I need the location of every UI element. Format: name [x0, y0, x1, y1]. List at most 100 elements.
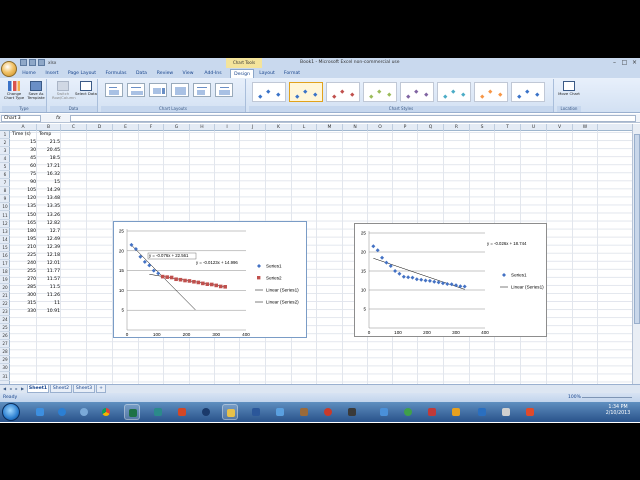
sheet-tab-sheet2[interactable]: Sheet2	[50, 385, 72, 393]
header-cell-time[interactable]: Time (s)	[12, 131, 38, 139]
row-header-24[interactable]: 24	[0, 316, 10, 325]
time-cell[interactable]: 90	[10, 179, 37, 187]
office-button[interactable]	[1, 61, 17, 77]
temp-cell[interactable]: 13.48	[37, 195, 61, 203]
column-header-r[interactable]: R	[444, 124, 470, 131]
chart-style-6[interactable]	[437, 82, 471, 102]
media-player-icon[interactable]	[198, 404, 214, 420]
layout-5-thumbnail[interactable]	[193, 83, 211, 97]
column-header-e[interactable]: E	[113, 124, 139, 131]
temp-cell[interactable]: 18.5	[37, 155, 61, 163]
temp-cell[interactable]: 11.5	[37, 284, 61, 292]
worksheet-grid[interactable]: ABCDEFGHIJKLMNOPQRSTUVW 1 2 3 4 5 6 7 8 9 10 11 12 1…	[0, 124, 632, 384]
chart-style-1[interactable]	[252, 82, 286, 102]
time-cell[interactable]: 285	[10, 284, 37, 292]
time-cell[interactable]: 165	[10, 220, 37, 228]
row-header-28[interactable]: 28	[0, 348, 10, 357]
ie-icon[interactable]	[32, 404, 48, 420]
name-box[interactable]: Chart 3	[1, 115, 41, 122]
time-cell[interactable]: 45	[10, 155, 37, 163]
row-header-14[interactable]: 14	[0, 236, 10, 244]
tab-data[interactable]: Data	[133, 69, 150, 78]
scroll-thumb[interactable]	[634, 134, 640, 324]
temp-cell[interactable]: 14.29	[37, 187, 61, 195]
media-icon[interactable]	[76, 404, 92, 420]
header-cell-temp[interactable]: Temp	[39, 131, 63, 139]
tab-insert[interactable]: Insert	[42, 69, 62, 78]
layout-4-thumbnail[interactable]	[171, 83, 189, 97]
pen-icon[interactable]	[272, 404, 288, 420]
temp-cell[interactable]: 10.91	[37, 308, 61, 316]
temp-cell[interactable]: 20.45	[37, 147, 61, 155]
time-cell[interactable]: 180	[10, 228, 37, 236]
row-header-17[interactable]: 17	[0, 260, 10, 268]
tab-layout[interactable]: Layout	[257, 69, 277, 78]
maximize-button[interactable]: □	[620, 59, 629, 66]
row-header-7[interactable]: 7	[0, 179, 10, 188]
column-header-d[interactable]: D	[87, 124, 113, 131]
row-header-4[interactable]: 4	[0, 155, 10, 164]
time-cell[interactable]: 15	[10, 139, 37, 147]
time-cell[interactable]: 120	[10, 195, 37, 203]
time-cell[interactable]: 105	[10, 187, 37, 195]
temp-cell[interactable]: 12.82	[37, 220, 61, 228]
column-header-l[interactable]: L	[292, 124, 317, 131]
temp-cell[interactable]: 13.35	[37, 203, 61, 211]
temp-cell[interactable]: 21.5	[37, 139, 61, 147]
first-sheet-button[interactable]: ◀	[2, 386, 7, 392]
temp-cell[interactable]: 17.21	[37, 163, 61, 171]
row-header-20[interactable]: 20	[0, 284, 10, 292]
temp-cell[interactable]: 12.01	[37, 260, 61, 268]
time-cell[interactable]: 315	[10, 300, 37, 308]
app-icon-4[interactable]	[448, 404, 464, 420]
column-header-h[interactable]: H	[190, 124, 215, 131]
temp-cell[interactable]: 15	[37, 179, 61, 187]
time-cell[interactable]: 225	[10, 252, 37, 260]
row-header-12[interactable]: 12	[0, 220, 10, 228]
formula-input[interactable]	[70, 115, 636, 122]
close-button[interactable]: ×	[630, 59, 639, 66]
fx-icon[interactable]: fx	[56, 114, 61, 123]
column-header-q[interactable]: Q	[418, 124, 444, 131]
time-cell[interactable]: 300	[10, 292, 37, 300]
time-cell[interactable]: 150	[10, 212, 37, 220]
chart-style-4[interactable]	[363, 82, 397, 102]
app-icon-6[interactable]	[498, 404, 514, 420]
time-cell[interactable]: 330	[10, 308, 37, 316]
publisher-icon[interactable]	[150, 404, 166, 420]
chart-style-8[interactable]	[511, 82, 545, 102]
row-header-8[interactable]: 8	[0, 187, 10, 196]
system-tray[interactable]	[560, 408, 596, 416]
excel-taskbar-icon[interactable]	[124, 404, 140, 420]
row-header-11[interactable]: 11	[0, 212, 10, 220]
column-header-b[interactable]: B	[37, 124, 61, 131]
row-header-19[interactable]: 19	[0, 276, 10, 284]
word-icon[interactable]	[248, 404, 264, 420]
app-icon-7[interactable]	[522, 404, 538, 420]
time-cell[interactable]: 60	[10, 163, 37, 171]
chart-style-2[interactable]	[289, 82, 323, 102]
row-header-9[interactable]: 9	[0, 195, 10, 204]
row-header-26[interactable]: 26	[0, 332, 10, 341]
sheet-tab-sheet3[interactable]: Sheet3	[73, 385, 95, 393]
select-data-button[interactable]: Select Data	[75, 81, 97, 105]
column-header-j[interactable]: J	[240, 124, 266, 131]
zoom-slider[interactable]	[582, 397, 632, 398]
time-cell[interactable]: 30	[10, 147, 37, 155]
app-icon-3[interactable]	[424, 404, 440, 420]
column-header-t[interactable]: T	[495, 124, 521, 131]
tab-add-ins[interactable]: Add-Ins	[200, 69, 226, 78]
insert-sheet-button[interactable]: +	[96, 385, 106, 393]
taskbar-clock[interactable]: 1:34 PM 2/10/2013	[598, 405, 638, 417]
row-header-16[interactable]: 16	[0, 252, 10, 260]
switch-row-column-button[interactable]: Switch Row/Column	[52, 81, 76, 105]
temp-cell[interactable]: 16.32	[37, 171, 61, 179]
tab-page-layout[interactable]: Page Layout	[66, 69, 98, 78]
row-header-3[interactable]: 3	[0, 147, 10, 156]
tab-review[interactable]: Review	[154, 69, 176, 78]
redo-icon[interactable]	[38, 59, 45, 66]
row-header-27[interactable]: 27	[0, 340, 10, 349]
scissors-icon[interactable]	[320, 404, 336, 420]
chrome-icon[interactable]	[98, 404, 114, 420]
column-header-u[interactable]: U	[521, 124, 547, 131]
